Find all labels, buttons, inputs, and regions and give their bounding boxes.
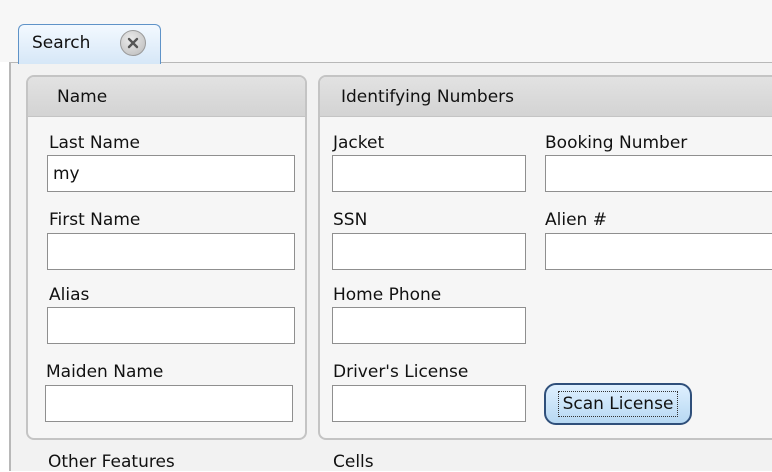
name-group-title: Name: [57, 87, 108, 107]
alias-input[interactable]: [47, 307, 295, 344]
scan-license-label: Scan License: [557, 391, 679, 417]
alien-number-label: Alien #: [545, 210, 607, 230]
booking-number-input[interactable]: [545, 155, 772, 192]
ssn-label: SSN: [333, 210, 368, 230]
cells-label: Cells: [333, 452, 374, 472]
booking-number-label: Booking Number: [545, 133, 688, 153]
other-features-label: Other Features: [48, 452, 175, 472]
scan-license-button[interactable]: Scan License: [544, 383, 692, 425]
tab-search[interactable]: Search: [18, 24, 161, 64]
maiden-name-input[interactable]: [45, 385, 293, 422]
first-name-input[interactable]: [47, 233, 295, 270]
alias-label: Alias: [49, 285, 90, 305]
jacket-input[interactable]: [332, 155, 526, 192]
ssn-input[interactable]: [332, 233, 526, 270]
drivers-license-label: Driver's License: [333, 362, 469, 382]
maiden-name-label: Maiden Name: [46, 362, 164, 382]
jacket-label: Jacket: [333, 133, 385, 153]
tab-label: Search: [32, 33, 91, 53]
last-name-input[interactable]: [47, 155, 295, 192]
last-name-label: Last Name: [49, 133, 140, 153]
home-phone-label: Home Phone: [333, 285, 442, 305]
alien-number-input[interactable]: [545, 233, 772, 270]
first-name-label: First Name: [49, 210, 141, 230]
drivers-license-input[interactable]: [332, 385, 526, 422]
identifying-numbers-title: Identifying Numbers: [341, 87, 515, 107]
home-phone-input[interactable]: [332, 307, 526, 344]
close-icon[interactable]: [120, 30, 146, 56]
